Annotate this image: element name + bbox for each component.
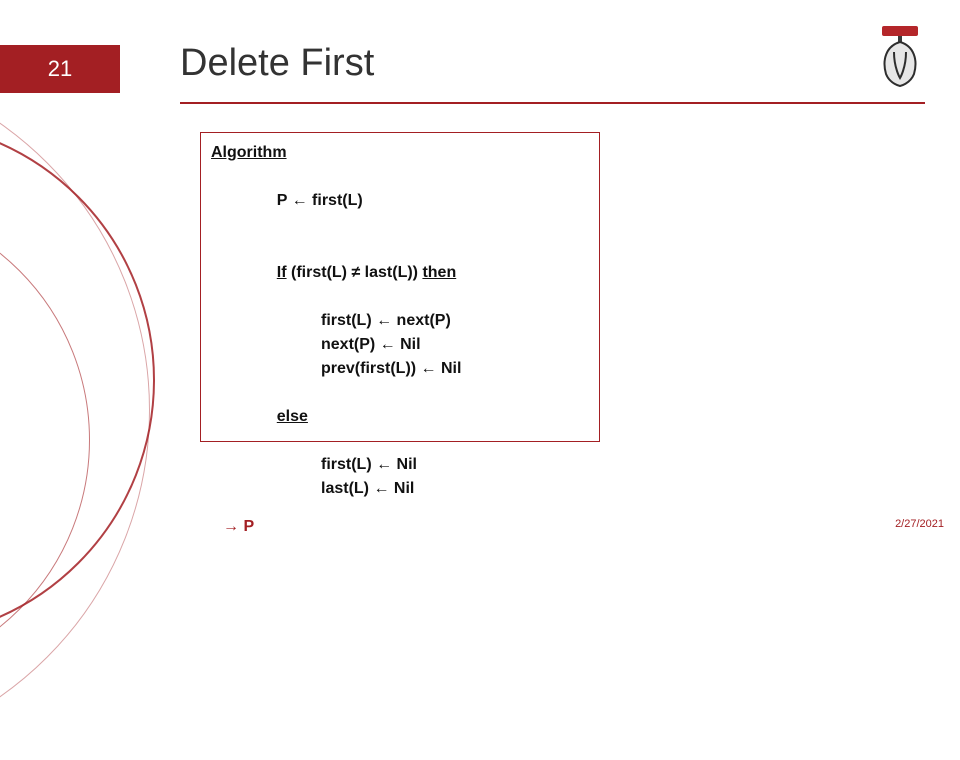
- algorithm-heading: Algorithm: [211, 141, 589, 165]
- algo-line-return: → P: [211, 515, 589, 539]
- decorative-curve: [0, 200, 90, 680]
- text: first(L): [308, 192, 363, 209]
- algo-line-else2: last(L) ← Nil: [211, 477, 589, 501]
- slide-number-badge: 21: [0, 45, 120, 93]
- slide-number: 21: [48, 56, 72, 82]
- keyword-then: then: [422, 264, 456, 281]
- algo-line-if: If (first(L) ≠ last(L)) then: [211, 237, 589, 309]
- decorative-curve: [0, 60, 150, 760]
- keyword-else: else: [277, 408, 308, 425]
- algo-line-else: else: [211, 381, 589, 453]
- text: P: [277, 192, 292, 209]
- algo-line-body3: prev(first(L)) ← Nil: [211, 357, 589, 381]
- slide-date: 2/27/2021: [895, 518, 944, 530]
- decorative-curve: [0, 120, 155, 640]
- algo-line-assign-p: P ← first(L): [211, 165, 589, 237]
- algo-line-body1: first(L) ← next(P): [211, 309, 589, 333]
- arrow-left-icon: ←: [292, 192, 308, 209]
- condition: (first(L) ≠ last(L)): [287, 264, 423, 281]
- return-value: P: [239, 518, 254, 535]
- institution-logo-icon: [872, 24, 928, 88]
- keyword-if: If: [277, 264, 287, 281]
- slide-title: Delete First: [180, 42, 374, 85]
- arrow-right-icon: →: [223, 518, 239, 535]
- title-underline: [180, 102, 925, 104]
- algo-line-else1: first(L) ← Nil: [211, 453, 589, 477]
- algorithm-box: Algorithm P ← first(L) If (first(L) ≠ la…: [200, 132, 600, 442]
- algo-line-body2: next(P) ← Nil: [211, 333, 589, 357]
